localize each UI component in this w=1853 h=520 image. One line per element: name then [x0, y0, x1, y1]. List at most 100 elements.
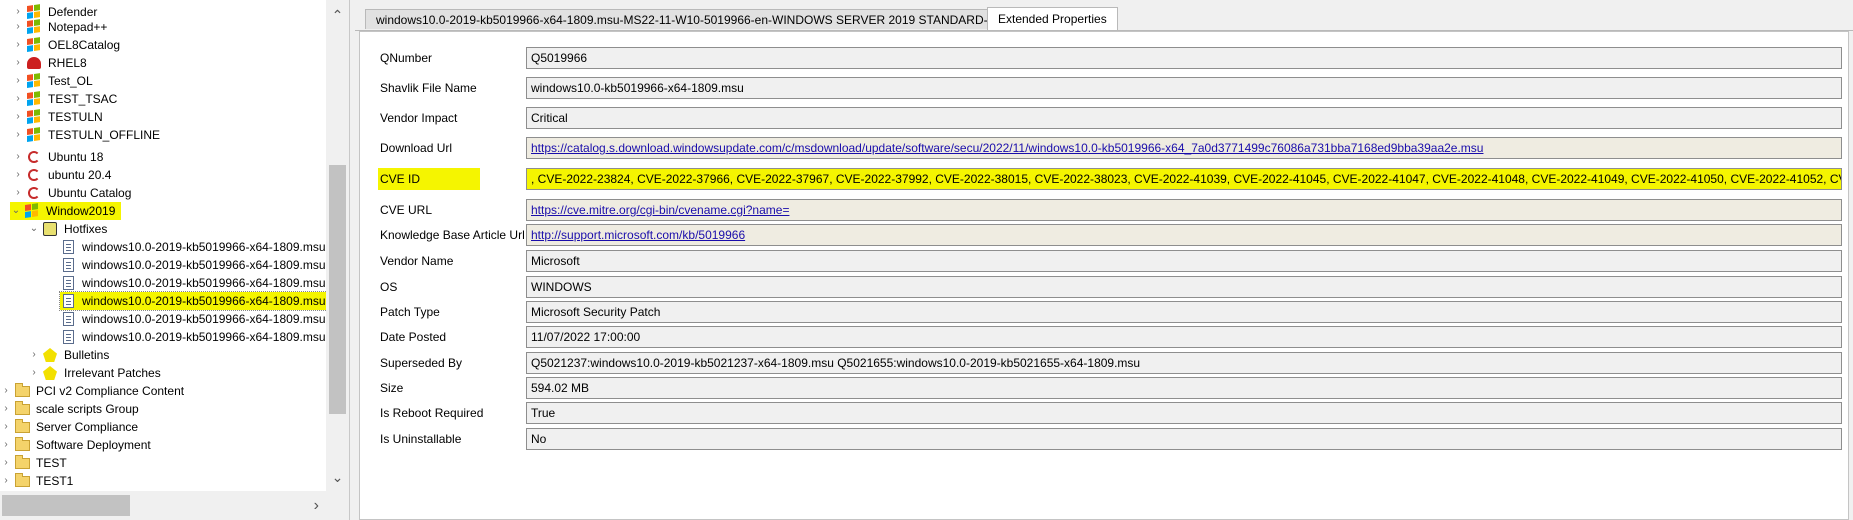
tree-item-label: TESTULN_OFFLINE	[48, 128, 161, 142]
tree-item-label: RHEL8	[48, 56, 87, 70]
folder-icon	[14, 400, 30, 417]
tree-view: › Defender › Notepad++ › OEL8Catalog › R…	[0, 0, 326, 491]
expand-chevron-icon[interactable]: ›	[0, 400, 12, 418]
document-icon	[60, 311, 76, 327]
download-url-link[interactable]: https://catalog.s.download.windowsupdate…	[531, 141, 1483, 155]
expand-chevron-icon[interactable]: ›	[28, 364, 40, 382]
expand-chevron-icon[interactable]: ›	[12, 36, 24, 54]
tree-item-rhel8[interactable]: › RHEL8	[12, 54, 89, 72]
prop-value-field[interactable]: Microsoft Security Patch	[526, 301, 1842, 323]
expand-chevron-icon[interactable]: ›	[12, 72, 24, 90]
collapse-chevron-icon[interactable]: ⌄	[10, 202, 22, 220]
prop-value-field[interactable]: 11/07/2022 17:00:00	[526, 326, 1842, 348]
ubuntu-icon	[26, 185, 42, 201]
tree-item-notepadpp[interactable]: › Notepad++	[12, 18, 109, 36]
prop-value-field[interactable]: , CVE-2022-23824, CVE-2022-37966, CVE-20…	[526, 168, 1842, 190]
document-icon	[60, 257, 76, 273]
tree-item-label: windows10.0-2019-kb5019966-x64-1809.msu-…	[82, 258, 326, 272]
tab-patch-details[interactable]: windows10.0-2019-kb5019966-x64-1809.msu-…	[365, 9, 1024, 29]
tree-item-ubuntu-20-4[interactable]: › ubuntu 20.4	[12, 166, 113, 184]
tab-bar: windows10.0-2019-kb5019966-x64-1809.msu-…	[355, 0, 1853, 31]
tree-item-label: Ubuntu 18	[48, 150, 104, 164]
expand-chevron-icon[interactable]: ›	[12, 126, 24, 144]
tree-item-oel8catalog[interactable]: › OEL8Catalog	[12, 36, 122, 54]
prop-value-field[interactable]: https://catalog.s.download.windowsupdate…	[526, 137, 1842, 159]
prop-value-field[interactable]: windows10.0-kb5019966-x64-1809.msu	[526, 77, 1842, 99]
tree-item-label: TEST_TSAC	[48, 92, 118, 106]
expand-chevron-icon[interactable]: ›	[0, 454, 12, 472]
tree-item-ubuntu-18[interactable]: › Ubuntu 18	[12, 148, 105, 166]
scrollbar-thumb[interactable]	[2, 495, 130, 516]
tree-item-patch[interactable]: windows10.0-2019-kb5019966-x64-1809.msu-…	[60, 256, 326, 274]
expand-chevron-icon[interactable]: ›	[28, 346, 40, 364]
prop-label: CVE URL	[380, 203, 433, 217]
tree-item-label: Hotfixes	[64, 222, 108, 236]
prop-value-field[interactable]: http://support.microsoft.com/kb/5019966	[526, 224, 1842, 246]
prop-value-field[interactable]: Critical	[526, 107, 1842, 129]
prop-label: Vendor Impact	[380, 111, 458, 125]
cve-url-link[interactable]: https://cve.mitre.org/cgi-bin/cvename.cg…	[531, 203, 789, 217]
tree-item-label: scale scripts Group	[36, 402, 139, 416]
chevron-up-icon[interactable]: ⌃	[326, 4, 349, 26]
tree-item-scale-scripts[interactable]: › scale scripts Group	[0, 400, 141, 418]
tree-item-patch[interactable]: windows10.0-2019-kb5019966-x64-1809.msu-…	[60, 238, 326, 256]
tree-item-label: Test_OL	[48, 74, 93, 88]
tree-item-window2019[interactable]: ⌄ Window2019	[10, 202, 122, 220]
tree-item-software-deployment[interactable]: › Software Deployment	[0, 436, 153, 454]
tree-item-hotfixes[interactable]: ⌄ Hotfixes	[28, 220, 109, 238]
tree-item-label: windows10.0-2019-kb5019966-x64-1809.msu-…	[82, 312, 326, 326]
prop-row-kb-article-url: Knowledge Base Article Url http://suppor…	[360, 224, 1850, 246]
expand-chevron-icon[interactable]: ›	[12, 18, 24, 36]
tree-item-patch-selected[interactable]: windows10.0-2019-kb5019966-x64-1809.msu-…	[58, 291, 326, 311]
expand-chevron-icon[interactable]: ›	[0, 436, 12, 454]
tree-item-testuln[interactable]: › TESTULN	[12, 108, 105, 126]
prop-value-field[interactable]: Q5019966	[526, 47, 1842, 69]
tree-item-test[interactable]: › TEST	[0, 454, 69, 472]
tree-item-ubuntu-catalog[interactable]: › Ubuntu Catalog	[12, 184, 133, 202]
tree-item-label: windows10.0-2019-kb5019966-x64-1809.msu-…	[82, 240, 326, 254]
windows-icon	[26, 73, 42, 89]
prop-label: Vendor Name	[380, 254, 454, 268]
expand-chevron-icon[interactable]: ›	[0, 418, 12, 436]
prop-value-field[interactable]: 594.02 MB	[526, 377, 1842, 399]
tree-item-patch[interactable]: windows10.0-2019-kb5019966-x64-1809.msu-…	[60, 310, 326, 328]
prop-row-os: OS WINDOWS	[360, 276, 1850, 298]
expand-chevron-icon[interactable]: ›	[12, 54, 24, 72]
expand-chevron-icon[interactable]: ›	[12, 90, 24, 108]
prop-row-patch-type: Patch Type Microsoft Security Patch	[360, 301, 1850, 323]
prop-value-field[interactable]: WINDOWS	[526, 276, 1842, 298]
kb-article-link[interactable]: http://support.microsoft.com/kb/5019966	[531, 228, 745, 242]
collapse-chevron-icon[interactable]: ⌄	[28, 220, 40, 238]
tree-item-pci-v2[interactable]: › PCI v2 Compliance Content	[0, 382, 186, 400]
tree-horizontal-scrollbar[interactable]: ›	[0, 491, 349, 520]
prop-value-field[interactable]: True	[526, 402, 1842, 424]
prop-value-field[interactable]: Q5021237:windows10.0-2019-kb5021237-x64-…	[526, 352, 1842, 374]
scrollbar-thumb[interactable]	[329, 165, 346, 414]
tree-item-test-ol[interactable]: › Test_OL	[12, 72, 95, 90]
expand-chevron-icon[interactable]: ›	[12, 166, 24, 184]
tab-extended-properties[interactable]: Extended Properties	[987, 7, 1118, 30]
tree-item-irrelevant-patches[interactable]: › Irrelevant Patches	[28, 364, 163, 382]
tree-item-patch[interactable]: windows10.0-2019-kb5019966-x64-1809.msu-…	[60, 274, 326, 292]
tree-item-label: Software Deployment	[36, 438, 151, 452]
tree-item-test-tsac[interactable]: › TEST_TSAC	[12, 90, 119, 108]
chevron-right-icon[interactable]: ›	[314, 491, 319, 520]
expand-chevron-icon[interactable]: ›	[12, 108, 24, 126]
tree-item-test1[interactable]: › TEST1	[0, 472, 75, 490]
tree-item-patch[interactable]: windows10.0-2019-kb5019966-x64-1809.msu-…	[60, 328, 326, 346]
document-icon	[60, 239, 76, 255]
expand-chevron-icon[interactable]: ›	[0, 472, 12, 490]
windows-icon	[26, 127, 42, 143]
tree-vertical-scrollbar[interactable]: ⌃ ⌄	[326, 0, 349, 491]
detail-pane: windows10.0-2019-kb5019966-x64-1809.msu-…	[355, 0, 1853, 520]
expand-chevron-icon[interactable]: ›	[12, 148, 24, 166]
chevron-down-icon[interactable]: ⌄	[326, 466, 349, 488]
prop-value-field[interactable]: No	[526, 428, 1842, 450]
expand-chevron-icon[interactable]: ›	[12, 184, 24, 202]
tree-item-testuln-offline[interactable]: › TESTULN_OFFLINE	[12, 126, 162, 144]
prop-value-field[interactable]: https://cve.mitre.org/cgi-bin/cvename.cg…	[526, 199, 1842, 221]
tree-item-server-compliance[interactable]: › Server Compliance	[0, 418, 140, 436]
expand-chevron-icon[interactable]: ›	[0, 382, 12, 400]
tree-item-bulletins[interactable]: › Bulletins	[28, 346, 111, 364]
prop-value-field[interactable]: Microsoft	[526, 250, 1842, 272]
